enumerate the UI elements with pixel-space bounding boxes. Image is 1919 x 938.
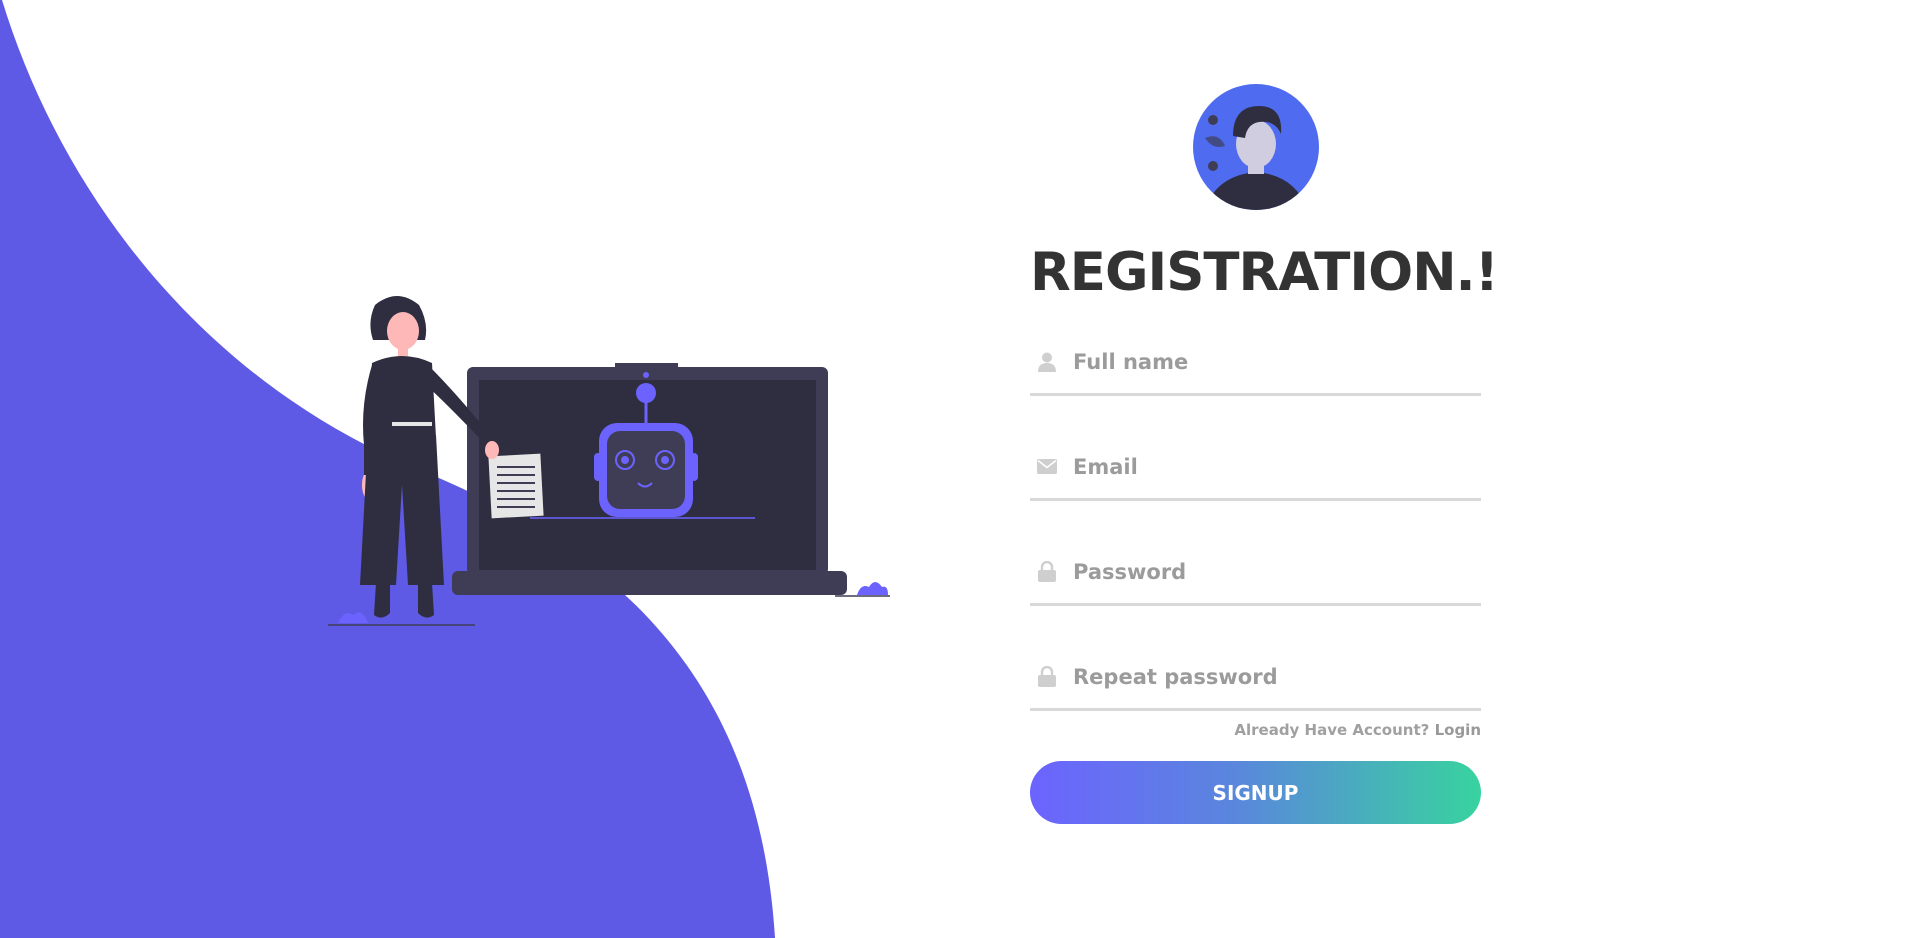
- email-field: [1030, 435, 1481, 501]
- login-link[interactable]: Login: [1435, 721, 1481, 739]
- registration-form: REGISTRATION.! Full name Email Already H…: [1030, 84, 1499, 824]
- password-field: [1030, 540, 1481, 606]
- registration-page: REGISTRATION.! Full name Email Already H…: [0, 0, 1919, 938]
- full-name-input[interactable]: [1073, 349, 1453, 374]
- lock-icon: [1037, 666, 1057, 687]
- login-prompt-text: Already Have Account?: [1234, 721, 1430, 739]
- robot-laptop-illustration: [328, 296, 890, 626]
- envelope-icon: [1037, 457, 1057, 477]
- page-title: REGISTRATION.!: [1030, 242, 1499, 303]
- email-input[interactable]: [1073, 454, 1453, 479]
- avatar-icon: [1192, 84, 1319, 210]
- full-name-field: [1030, 330, 1481, 396]
- password-input[interactable]: [1073, 559, 1453, 584]
- repeat-password-input[interactable]: [1073, 664, 1453, 689]
- background-wave: [0, 0, 775, 938]
- repeat-password-field: [1030, 645, 1481, 711]
- signup-button[interactable]: SIGNUP: [1030, 761, 1481, 824]
- login-prompt: Already Have Account? Login: [1030, 721, 1481, 739]
- user-icon: [1037, 352, 1057, 372]
- lock-icon: [1037, 561, 1057, 582]
